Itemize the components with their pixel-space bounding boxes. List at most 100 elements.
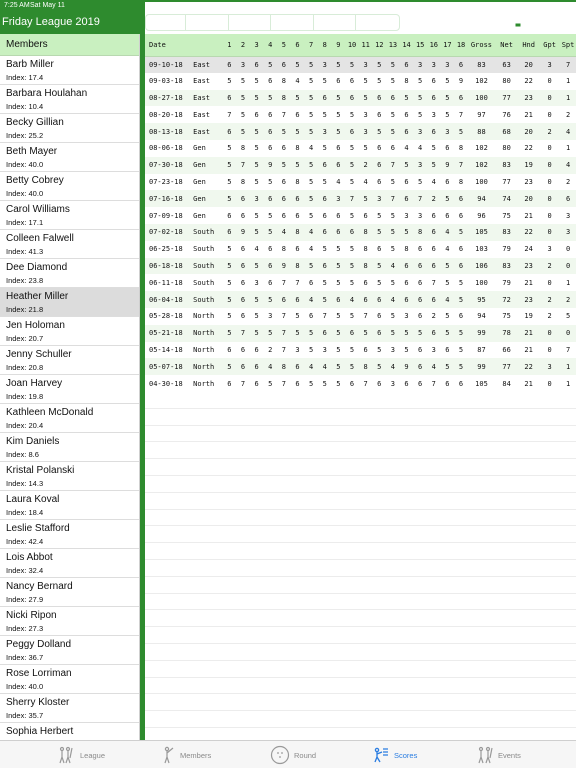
- member-index: Index: 17.1: [6, 218, 44, 227]
- table-cell: 2: [560, 173, 576, 191]
- member-index: Index: 8.6: [6, 450, 39, 459]
- battery-icon: [175, 2, 190, 9]
- table-cell: 5: [263, 324, 278, 342]
- table-cell: 6: [372, 240, 387, 258]
- filter-gen[interactable]: Gen: [271, 15, 314, 30]
- table-cell: 5: [454, 324, 468, 342]
- member-item[interactable]: Leslie Stafford Index: 42.4: [0, 520, 139, 549]
- table-cell: 4: [386, 257, 400, 275]
- table-cell: 6: [317, 257, 332, 275]
- table-row[interactable]: 09-03-18 East 5 5 5 6 8 4 5 5 6 6 5 5 5 8 5 6 5 9 102 80 22 0 1: [145, 72, 576, 90]
- member-item[interactable]: Laura Koval Index: 18.4: [0, 491, 139, 520]
- table-row[interactable]: 05-28-18 North 5 6 5 3 7 5 6 7 5 5 7 6 5 3 6 2 5 6 94 75 19 2 5: [145, 307, 576, 325]
- table-cell: 6: [236, 291, 250, 308]
- table-cell: 5: [263, 89, 278, 107]
- member-item[interactable]: Peggy Dolland Index: 36.7: [0, 636, 139, 665]
- table-row[interactable]: 06-25-18 South 5 6 4 6 8 6 4 5 5 5 8 6 5 8 6 6 4 6 103 79 24 3 0: [145, 240, 576, 258]
- filter-ringers[interactable]: Ringers: [356, 15, 399, 30]
- table-cell: 6: [426, 72, 441, 90]
- table-cell: 5: [317, 173, 332, 191]
- tab-round[interactable]: Round: [270, 745, 316, 765]
- table-row[interactable]: 07-16-18 Gen 5 6 3 6 6 6 5 6 3 7 5 3 7 6 7 2 5 6 94 74 20 0 6: [145, 190, 576, 208]
- table-row[interactable]: 05-07-18 North 5 6 6 4 8 6 4 4 5 5 8 5 4 9 6 4 5 5 99 77 22 3 1: [145, 358, 576, 376]
- member-item[interactable]: Kristal Polanski Index: 14.3: [0, 462, 139, 491]
- table-cell: 6: [304, 274, 318, 292]
- table-row[interactable]: 06-18-18 South 5 6 5 6 9 8 5 6 5 5 8 5 4 6 6 6 5 6 106 83 23 2 0: [145, 257, 576, 275]
- table-row[interactable]: 04-30-18 North 6 7 6 5 7 6 5 5 5 6 7 6 3 6 6 7 6 6 105 84 21 0 1: [145, 375, 576, 392]
- table-row[interactable]: 06-11-18 South 5 6 3 6 7 7 6 5 5 5 6 5 5 6 6 7 5 5 100 79 21 0 1: [145, 274, 576, 292]
- table-row[interactable]: 08-06-18 Gen 5 8 5 6 6 8 4 5 6 5 5 6 6 4 4 5 6 8 102 80 22 0 1: [145, 139, 576, 157]
- table-cell: 6: [249, 341, 264, 359]
- table-cell: 7: [386, 156, 400, 174]
- table-row[interactable]: 08-27-18 East 6 5 5 5 8 5 5 6 5 6 5 6 6 5 5 6 5 6 100 77 23 0 1: [145, 89, 576, 107]
- member-item[interactable]: Sherry Kloster Index: 35.7: [0, 694, 139, 723]
- member-item[interactable]: Lois Abbot Index: 32.4: [0, 549, 139, 578]
- member-item[interactable]: Nancy Bernard Index: 27.9: [0, 578, 139, 607]
- table-row[interactable]: 07-23-18 Gen 5 8 5 5 6 8 5 5 4 5 4 6 5 6 5 4 6 8 100 77 23 0 2: [145, 173, 576, 191]
- table-row[interactable]: 05-21-18 North 5 7 5 5 7 5 5 6 5 6 5 6 5 5 5 6 5 5 99 78 21 0 0: [145, 324, 576, 342]
- table-cell: North: [191, 341, 223, 359]
- table-row[interactable]: 08-20-18 East 7 5 6 6 7 6 5 5 5 5 3 6 5 6 5 3 5 7 97 76 21 0 2: [145, 106, 576, 124]
- member-item[interactable]: Colleen Falwell Index: 41.3: [0, 230, 139, 259]
- member-item[interactable]: Betty Cobrey Index: 40.0: [0, 172, 139, 201]
- table-cell: 94: [467, 307, 496, 325]
- table-cell: 5: [345, 207, 359, 224]
- member-item[interactable]: Nicki Ripon Index: 27.3: [0, 607, 139, 636]
- print-icon[interactable]: [512, 17, 524, 27]
- member-name: Dee Diamond: [6, 262, 68, 273]
- member-item[interactable]: Joan Harvey Index: 19.8: [0, 375, 139, 404]
- table-row[interactable]: 08-13-18 East 6 5 5 6 5 5 5 3 5 6 3 5 5 6 3 6 3 5 88 68 20 2 4: [145, 123, 576, 140]
- table-cell: 6: [358, 291, 373, 308]
- tab-scores[interactable]: Scores: [372, 745, 417, 765]
- table-row[interactable]: 05-14-18 North 6 6 6 2 7 3 5 3 5 5 6 5 3 5 6 3 6 5 87 66 21 0 7: [145, 341, 576, 359]
- member-item[interactable]: Dee Diamond Index: 23.8: [0, 259, 139, 288]
- table-row[interactable]: 07-09-18 Gen 6 6 5 5 6 6 5 6 6 5 6 5 5 3 3 6 6 6 96 75 21 0 3: [145, 207, 576, 224]
- member-name: Kim Daniels: [6, 436, 60, 447]
- filter-north[interactable]: North: [186, 15, 229, 30]
- table-cell: 6: [426, 89, 441, 107]
- member-item[interactable]: Barb Miller Index: 17.4: [0, 56, 139, 85]
- table-cell: 2: [560, 106, 576, 124]
- member-item[interactable]: Becky Gillian Index: 25.2: [0, 114, 139, 143]
- member-item[interactable]: Carol Williams Index: 17.1: [0, 201, 139, 230]
- member-item[interactable]: Heather Miller Index: 21.8: [0, 288, 139, 317]
- table-cell: 6: [399, 106, 414, 124]
- filter-east[interactable]: East: [314, 15, 356, 30]
- table-cell: 3: [331, 190, 346, 208]
- member-index: Index: 21.8: [6, 305, 44, 314]
- table-row[interactable]: 06-04-18 South 5 6 5 5 6 6 4 5 6 4 6 6 4 6 6 6 4 5 95 72 23 2 2: [145, 291, 576, 308]
- status-bar: 7:25 AM Sat May 11 100%: [0, 0, 576, 708]
- tab-members[interactable]: Members: [162, 745, 211, 765]
- table-row[interactable]: 07-02-18 South 6 9 5 5 4 8 4 6 6 6 8 5 5 5 8 6 4 5 105 83 22 0 3: [145, 223, 576, 241]
- member-item[interactable]: Kim Daniels Index: 8.6: [0, 433, 139, 462]
- member-item[interactable]: Barbara Houlahan Index: 10.4: [0, 85, 139, 114]
- column-header: Net: [495, 34, 519, 57]
- table-cell: 7: [413, 190, 427, 208]
- member-item[interactable]: Jen Holoman Index: 20.7: [0, 317, 139, 346]
- member-item[interactable]: Kathleen McDonald Index: 20.4: [0, 404, 139, 433]
- table-cell: Gen: [191, 156, 223, 174]
- member-item[interactable]: Sophia Herbert: [0, 723, 139, 740]
- delete-button[interactable]: Delete: [450, 16, 479, 27]
- table-cell: Gen: [191, 190, 223, 208]
- tab-league[interactable]: League: [58, 745, 105, 765]
- table-row[interactable]: 09-10-18 East 6 3 6 5 6 5 5 3 5 5 3 5 5 6 3 3 3 6 83 63 20 3 7: [145, 56, 576, 73]
- member-item[interactable]: Rose Lorriman Index: 40.0: [0, 665, 139, 694]
- table-cell: 3: [358, 123, 373, 140]
- table-cell: 22: [518, 72, 540, 90]
- table-cell: 3: [386, 375, 400, 392]
- table-cell: 5: [345, 341, 359, 359]
- member-item[interactable]: Beth Mayer Index: 40.0: [0, 143, 139, 172]
- table-cell: 5: [426, 156, 441, 174]
- table-cell: 8: [454, 173, 468, 191]
- filter-south[interactable]: South: [229, 15, 271, 30]
- table-cell: 3: [358, 56, 373, 73]
- tab-events[interactable]: Events: [476, 745, 521, 765]
- table-row[interactable]: 07-30-18 Gen 5 7 5 9 5 5 5 6 6 5 2 6 7 5 3 5 9 7 102 83 19 0 4: [145, 156, 576, 174]
- table-cell: 5: [222, 173, 237, 191]
- table-cell: 5: [454, 223, 468, 241]
- menu-icon[interactable]: [554, 16, 565, 26]
- filter-all[interactable]: All: [146, 15, 186, 30]
- member-item[interactable]: Jenny Schuller Index: 20.8: [0, 346, 139, 375]
- table-cell: 3: [372, 190, 387, 208]
